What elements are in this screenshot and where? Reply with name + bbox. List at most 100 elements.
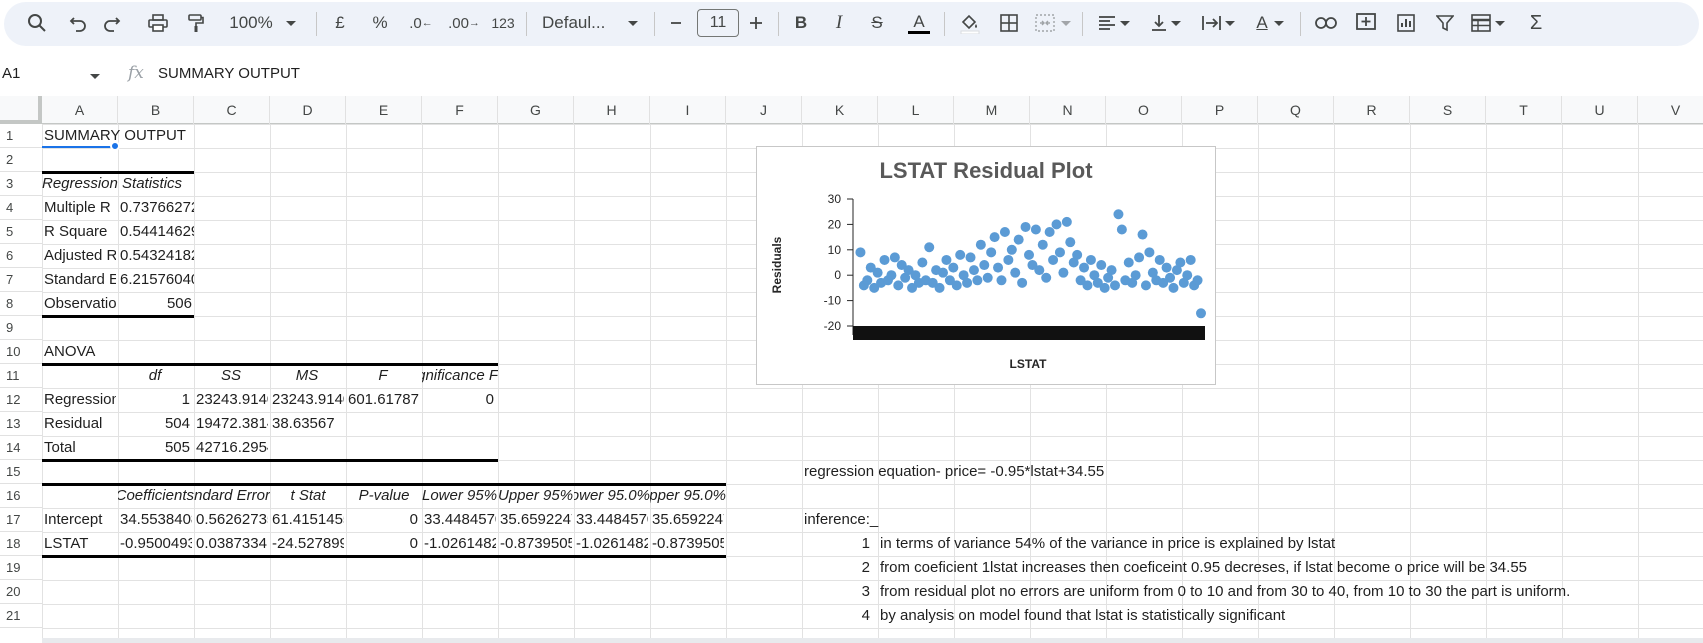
row-header[interactable]: 14: [0, 436, 42, 460]
undo-icon[interactable]: [64, 8, 92, 38]
chevron-down-icon[interactable]: [626, 8, 640, 38]
anova-col-header[interactable]: MS: [270, 364, 344, 388]
row-header[interactable]: 20: [0, 580, 42, 604]
coef-col-header[interactable]: Lower 95.0%: [574, 484, 650, 508]
anova-col-header[interactable]: SS: [194, 364, 268, 388]
anova-header[interactable]: ANOVA: [44, 340, 116, 364]
coef-col-header[interactable]: Coefficients: [118, 484, 194, 508]
column-header[interactable]: F: [422, 96, 498, 124]
column-header[interactable]: S: [1410, 96, 1486, 124]
column-header[interactable]: N: [1030, 96, 1106, 124]
paint-format-icon[interactable]: [182, 8, 210, 38]
coef-value[interactable]: 61.41514552: [272, 508, 344, 532]
formula-input[interactable]: SUMMARY OUTPUT: [158, 65, 300, 82]
anova-row-label[interactable]: Regression: [44, 388, 116, 412]
anova-ss[interactable]: 19472.38142: [196, 412, 268, 436]
row-header[interactable]: 11: [0, 364, 42, 388]
row-header[interactable]: 15: [0, 460, 42, 484]
strikethrough-button[interactable]: S: [866, 8, 888, 38]
residual-plot-chart[interactable]: LSTAT Residual Plot Residuals LSTAT 30 20…: [756, 146, 1216, 385]
coef-value[interactable]: -1.026148200: [424, 532, 496, 556]
coef-value[interactable]: 0: [348, 532, 418, 556]
column-header[interactable]: I: [650, 96, 726, 124]
inference-text[interactable]: from coeficient 1lstat increases then co…: [880, 556, 1527, 580]
row-header[interactable]: 4: [0, 196, 42, 220]
coef-row-label[interactable]: Intercept: [44, 508, 116, 532]
row-header[interactable]: 3: [0, 172, 42, 196]
anova-ms[interactable]: 23243.91400: [272, 388, 344, 412]
regression-statistics-header[interactable]: Regression Statistics: [42, 172, 194, 196]
anova-df[interactable]: 505: [120, 436, 190, 460]
row-header[interactable]: 6: [0, 244, 42, 268]
column-header[interactable]: G: [498, 96, 574, 124]
font-size-input[interactable]: 11: [696, 8, 740, 38]
horizontal-scrollbar[interactable]: [42, 638, 1703, 643]
merge-cells-icon[interactable]: [1032, 8, 1058, 38]
coef-value[interactable]: -24.52789985: [272, 532, 344, 556]
coef-value[interactable]: 34.55384088: [120, 508, 192, 532]
column-header[interactable]: E: [346, 96, 422, 124]
inference-label[interactable]: inference:_: [804, 508, 904, 532]
coef-value[interactable]: -0.950049354: [120, 532, 192, 556]
stat-value[interactable]: 6.215760405: [120, 268, 194, 292]
inference-number[interactable]: 1: [850, 532, 870, 556]
italic-button[interactable]: I: [828, 8, 850, 38]
chevron-down-icon[interactable]: [284, 8, 298, 38]
coef-value[interactable]: 35.65922472: [500, 508, 572, 532]
chart-icon[interactable]: [1392, 8, 1420, 38]
name-box[interactable]: A1: [2, 65, 20, 82]
filter-icon[interactable]: [1432, 8, 1458, 38]
anova-col-header[interactable]: df: [118, 364, 192, 388]
column-header[interactable]: C: [194, 96, 270, 124]
text-color-button[interactable]: A: [904, 8, 934, 38]
decrease-font-size-button[interactable]: [666, 8, 686, 38]
coef-value[interactable]: 35.65922472: [652, 508, 724, 532]
coef-col-header[interactable]: t Stat: [270, 484, 346, 508]
row-header[interactable]: 12: [0, 388, 42, 412]
row-header[interactable]: 18: [0, 532, 42, 556]
stat-label[interactable]: Multiple R: [44, 196, 116, 220]
inference-number[interactable]: 2: [850, 556, 870, 580]
row-header[interactable]: 2: [0, 148, 42, 172]
inference-text[interactable]: from residual plot no errors are uniform…: [880, 580, 1570, 604]
column-header[interactable]: V: [1638, 96, 1703, 124]
column-header[interactable]: J: [726, 96, 802, 124]
anova-ss[interactable]: 23243.91400: [196, 388, 268, 412]
inference-text[interactable]: by analysis on model found that lstat is…: [880, 604, 1285, 628]
chevron-down-icon[interactable]: [1060, 8, 1072, 38]
row-header[interactable]: 5: [0, 220, 42, 244]
row-header[interactable]: 8: [0, 292, 42, 316]
coef-col-header[interactable]: Upper 95%: [498, 484, 574, 508]
increase-font-size-button[interactable]: [744, 8, 768, 38]
stat-value[interactable]: 0.544146298: [120, 220, 194, 244]
increase-decimal-button[interactable]: .00 →: [446, 8, 482, 38]
inference-number[interactable]: 4: [850, 604, 870, 628]
stat-label[interactable]: R Square: [44, 220, 116, 244]
anova-ss[interactable]: 42716.29542: [196, 436, 268, 460]
row-header[interactable]: 17: [0, 508, 42, 532]
anova-ms[interactable]: 38.63567: [272, 412, 344, 436]
anova-df[interactable]: 504: [120, 412, 190, 436]
inference-number[interactable]: 3: [850, 580, 870, 604]
table-icon[interactable]: [1468, 8, 1508, 38]
row-header[interactable]: 1: [0, 124, 42, 148]
column-header[interactable]: D: [270, 96, 346, 124]
percent-button[interactable]: %: [368, 8, 392, 38]
row-header[interactable]: 16: [0, 484, 42, 508]
row-header[interactable]: 10: [0, 340, 42, 364]
bold-button[interactable]: B: [790, 8, 812, 38]
cell-a1[interactable]: SUMMARY OUTPUT: [44, 124, 194, 148]
column-header[interactable]: K: [802, 96, 878, 124]
decrease-decimal-button[interactable]: .0 ←: [406, 8, 436, 38]
functions-icon[interactable]: Σ: [1524, 8, 1548, 38]
search-icon[interactable]: [22, 8, 52, 38]
row-header[interactable]: 19: [0, 556, 42, 580]
number-format-button[interactable]: 123: [488, 8, 518, 38]
coef-row-label[interactable]: LSTAT: [44, 532, 116, 556]
coef-value[interactable]: -1.026148200: [576, 532, 648, 556]
coef-value[interactable]: 0: [348, 508, 418, 532]
coef-value[interactable]: 33.44845704: [424, 508, 496, 532]
anova-col-header[interactable]: Significance F: [422, 364, 498, 388]
regression-equation[interactable]: regression equation- price= -0.95*lstat+…: [804, 460, 1204, 484]
row-header[interactable]: 7: [0, 268, 42, 292]
